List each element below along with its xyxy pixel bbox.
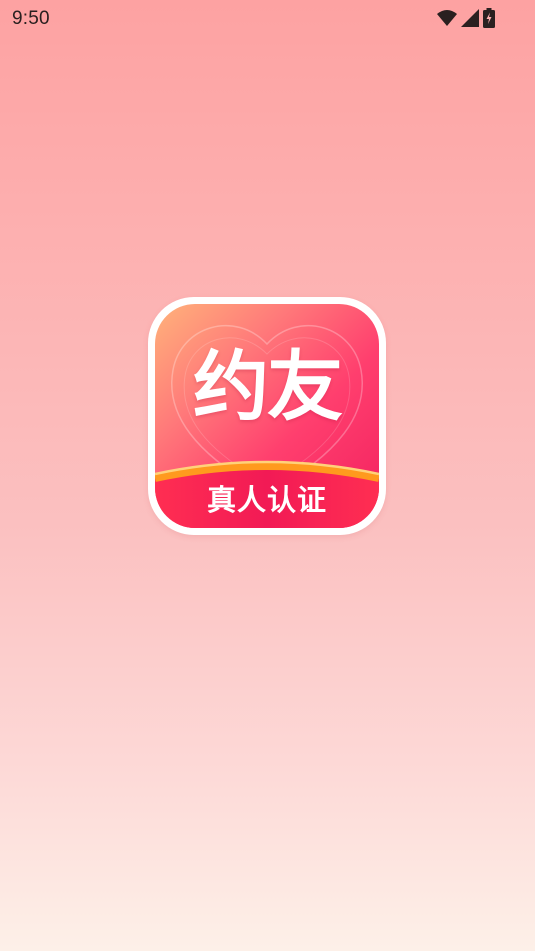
wifi-icon <box>437 10 457 26</box>
status-icons <box>437 8 495 28</box>
battery-charging-icon <box>483 8 495 28</box>
app-logo: 约友 真人认证 <box>148 297 386 535</box>
status-bar: 9:50 <box>0 0 535 36</box>
status-time: 9:50 <box>12 8 50 29</box>
logo-title: 约友 <box>193 342 343 431</box>
app-logo-inner: 约友 真人认证 <box>155 304 379 528</box>
cell-signal-icon <box>461 9 479 27</box>
logo-badge: 真人认证 <box>206 483 327 517</box>
